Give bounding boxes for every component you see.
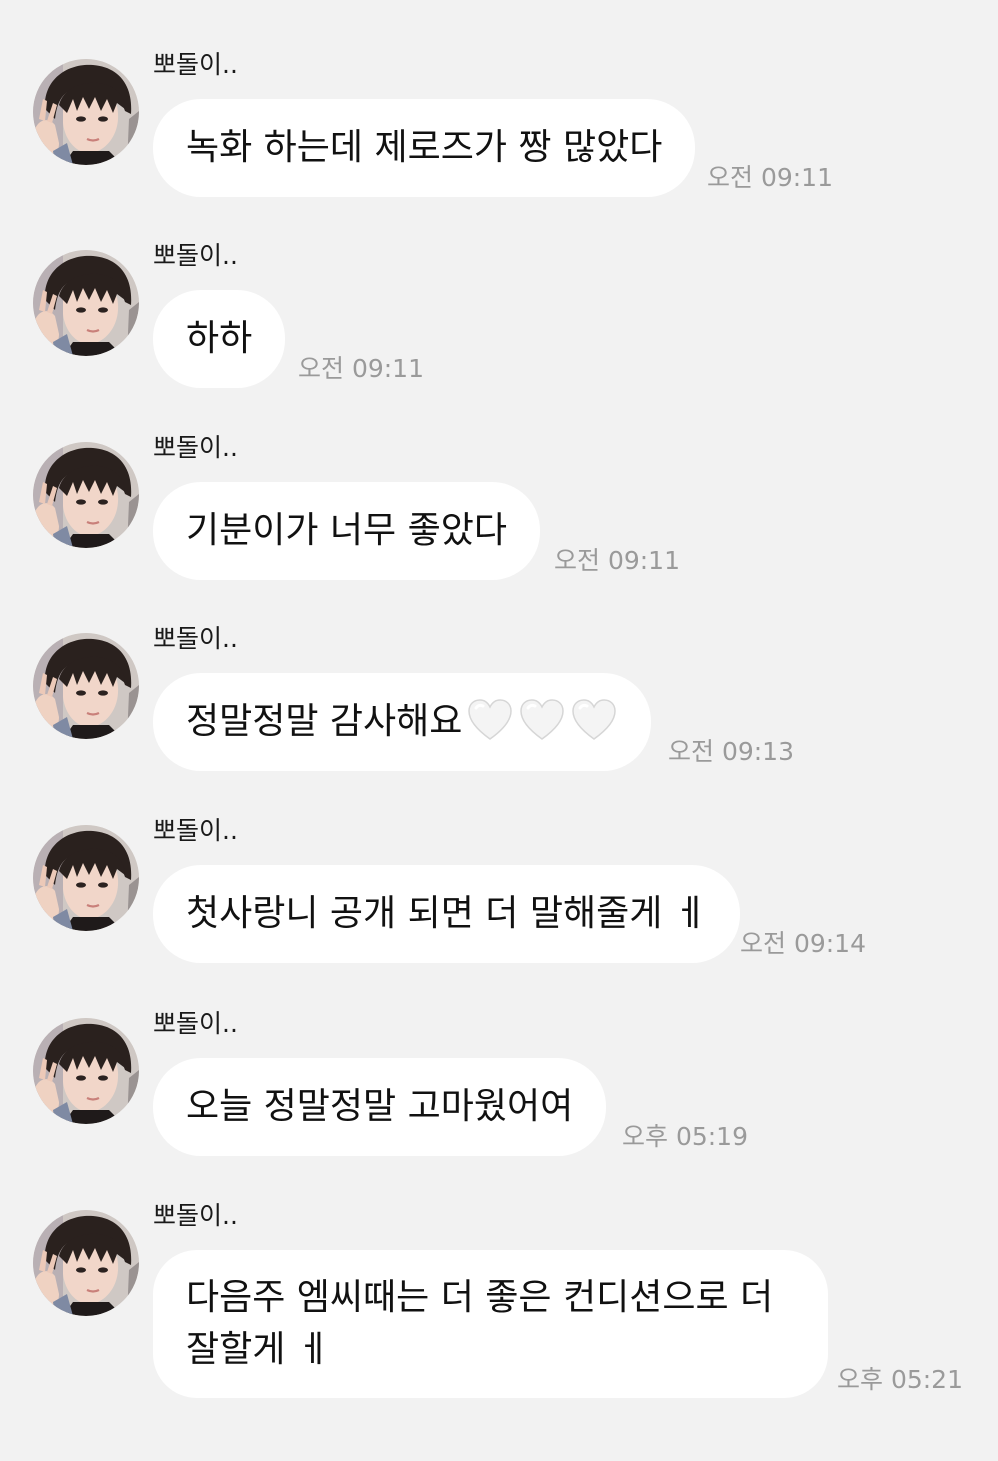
- sender-name: 뽀돌이..: [153, 624, 238, 653]
- message-bubble[interactable]: 기분이가 너무 좋았다: [153, 482, 540, 580]
- avatar[interactable]: [33, 250, 139, 356]
- avatar[interactable]: [33, 1018, 139, 1124]
- sender-name: 뽀돌이..: [153, 433, 238, 462]
- message-text: 첫사랑니 공개 되면 더 말해줄게 ㅔ: [186, 893, 707, 934]
- message-timestamp: 오전 09:11: [298, 354, 424, 383]
- avatar[interactable]: [33, 59, 139, 165]
- message-bubble[interactable]: 다음주 엠씨때는 더 좋은 컨디션으로 더 잘할게 ㅔ: [153, 1250, 828, 1398]
- message-text: 다음주 엠씨때는 더 좋은 컨디션으로 더 잘할게 ㅔ: [186, 1250, 795, 1403]
- message-timestamp: 오전 09:11: [707, 163, 833, 192]
- message-text: 녹화 하는데 제로즈가 짱 많았다: [186, 127, 663, 168]
- message-bubble[interactable]: 녹화 하는데 제로즈가 짱 많았다: [153, 99, 696, 197]
- sender-name: 뽀돌이..: [153, 1201, 238, 1230]
- message-timestamp: 오전 09:13: [668, 737, 794, 766]
- white-heart-icon: [514, 699, 566, 742]
- sender-name: 뽀돌이..: [153, 241, 238, 270]
- message-timestamp: 오후 05:21: [837, 1365, 963, 1394]
- sender-name: 뽀돌이..: [153, 816, 238, 845]
- message-text: 오늘 정말정말 고마웠어여: [186, 1086, 574, 1127]
- message-bubble[interactable]: 첫사랑니 공개 되면 더 말해줄게 ㅔ: [153, 865, 740, 963]
- sender-name: 뽀돌이..: [153, 1009, 238, 1038]
- avatar[interactable]: [33, 442, 139, 548]
- message-text: 기분이가 너무 좋았다: [186, 510, 507, 551]
- message-timestamp: 오전 09:11: [554, 546, 680, 575]
- white-heart-icon: [566, 699, 618, 742]
- sender-name: 뽀돌이..: [153, 50, 238, 79]
- message-bubble[interactable]: 하하: [153, 290, 286, 388]
- message-text-line: 잘할게 ㅔ: [186, 1329, 330, 1370]
- message-timestamp: 오전 09:14: [740, 929, 866, 958]
- message-text-line: 다음주 엠씨때는 더 좋은 컨디션으로 더: [186, 1277, 774, 1318]
- white-heart-icon: [462, 699, 514, 742]
- message-timestamp: 오후 05:19: [622, 1122, 748, 1151]
- message-bubble[interactable]: 오늘 정말정말 고마웠어여: [153, 1058, 607, 1156]
- avatar[interactable]: [33, 633, 139, 739]
- message-text: 정말정말 감사해요: [186, 701, 463, 742]
- avatar[interactable]: [33, 825, 139, 931]
- message-content: 정말정말 감사해요: [186, 673, 618, 770]
- avatar[interactable]: [33, 1210, 139, 1316]
- message-text: 하하: [186, 318, 253, 359]
- message-bubble[interactable]: 정말정말 감사해요: [153, 673, 652, 771]
